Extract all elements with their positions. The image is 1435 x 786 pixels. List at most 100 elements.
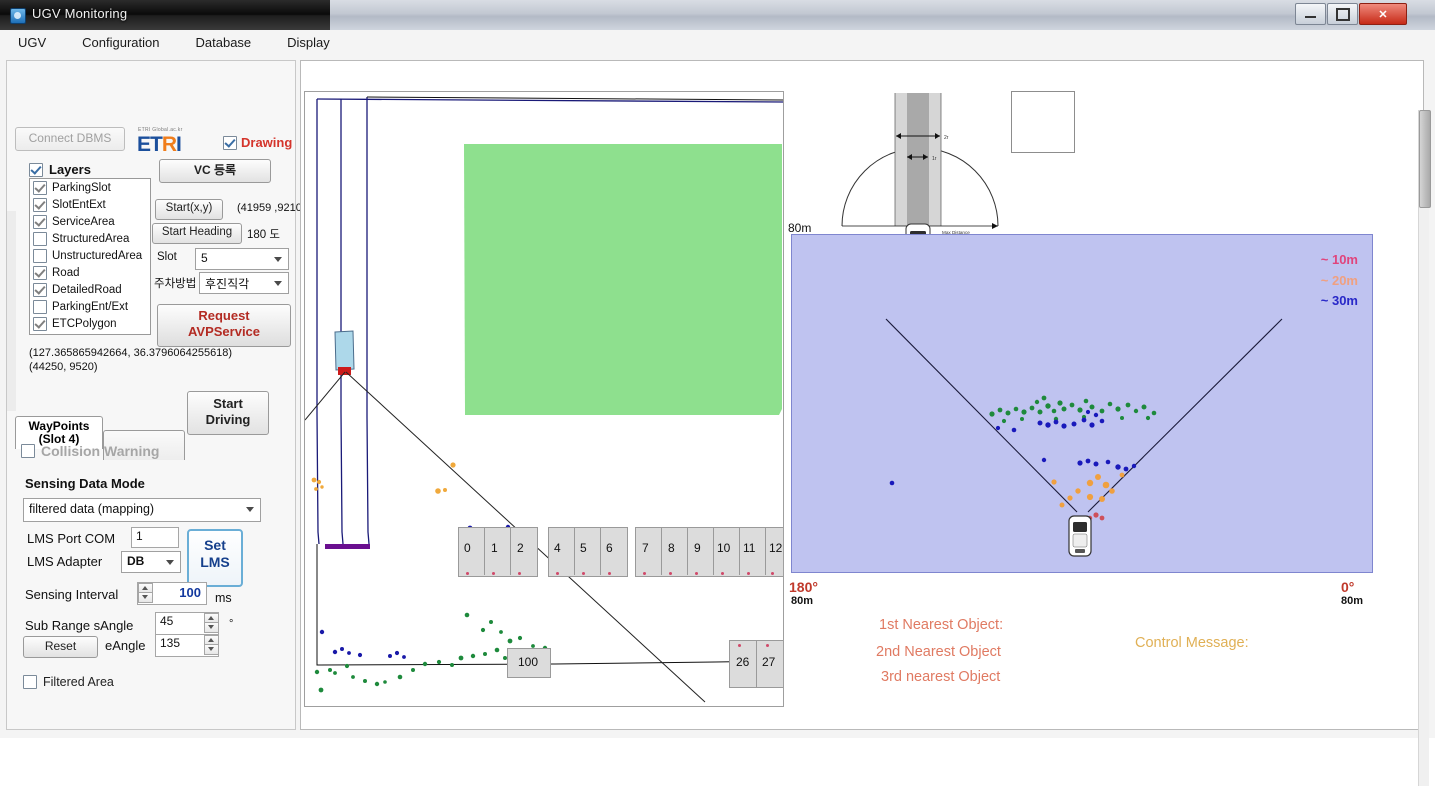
layer-label: ETCPolygon [52,318,117,330]
list-item[interactable]: ParkingEnt/Ext [30,298,150,315]
layer-checkbox-parkingentext[interactable] [33,300,47,314]
layers-header-checkbox[interactable] [29,162,43,177]
filtered-area-checkbox[interactable]: Filtered Area [23,675,114,689]
layer-checkbox-servicearea[interactable] [33,215,47,229]
list-item[interactable]: ParkingSlot [30,179,150,196]
layer-label: DetailedRoad [52,284,122,296]
eangle-label: eAngle [105,638,146,653]
layer-checkbox-slotentext[interactable] [33,198,47,212]
layers-list: ParkingSlot SlotEntExt ServiceArea Struc… [29,178,151,335]
layer-label: UnstructuredArea [52,250,143,262]
scrollbar-thumb[interactable] [1419,110,1431,208]
list-item[interactable]: Road [30,264,150,281]
menu-item-configuration[interactable]: Configuration [78,33,163,52]
layer-checkbox-unstructuredarea[interactable] [33,249,47,263]
sensing-data-mode-select[interactable]: filtered data (mapping) [23,498,261,522]
control-message-label: Control Message: [1135,635,1249,651]
close-button[interactable]: ✕ [1359,3,1407,25]
sensing-interval-input[interactable]: 100 [137,582,207,605]
request-avp-line1: Request [198,308,250,323]
start-heading-button[interactable]: Start Heading [152,223,242,244]
start-xy-button[interactable]: Start(x,y) [155,199,223,220]
lms-port-input[interactable]: 1 [131,527,179,548]
list-item[interactable]: DetailedRoad [30,281,150,298]
layer-label: ParkingEnt/Ext [52,301,129,313]
set-lms-button[interactable]: Set LMS [187,529,243,587]
layer-checkbox-parkingslot[interactable] [33,181,47,195]
menu-item-database[interactable]: Database [192,33,256,52]
list-item[interactable]: ServiceArea [30,213,150,230]
eangle-stepper[interactable] [204,635,219,655]
degree-unit-label: ° [229,618,234,630]
diagram-scale-80m: 80m [788,221,812,235]
stepper-down-icon[interactable] [204,622,219,633]
chevron-down-icon [274,281,282,286]
nearest-object-2: 2nd Nearest Object [876,644,1001,660]
parking-map-view[interactable]: 0 1 2 4 5 6 7 8 9 10 11 12 100 26 27 [304,91,784,707]
radar-right-range: 80m [1341,595,1364,607]
start-xy-value: (41959 ,9210 [237,202,302,214]
chevron-down-icon [166,560,174,565]
lms-adapter-label: LMS Adapter [27,554,103,569]
slot-label: 2 [517,541,524,555]
layer-checkbox-structuredarea[interactable] [33,232,47,246]
start-driving-line1: Start [213,396,243,411]
collision-warning-checkbox[interactable]: Collision Warning [21,443,159,459]
filtered-area-checkbox-box[interactable] [23,675,37,689]
etri-logo-wordmark: ETRI [137,133,182,157]
stepper-down-icon[interactable] [204,644,219,655]
lidar-scan-view[interactable]: ~ 10m ~ 20m ~ 30m [791,234,1373,573]
title-bar-gloss [330,0,1435,30]
sangle-input[interactable]: 45 [155,612,219,635]
sensing-interval-label: Sensing Interval [25,587,119,602]
list-item[interactable]: SlotEntExt [30,196,150,213]
layers-header[interactable]: Layers [29,162,91,177]
minimize-button[interactable] [1295,3,1326,25]
menu-item-display[interactable]: Display [283,33,334,52]
dim-label-1r: 1r [932,156,937,162]
sangle-stepper[interactable] [204,613,219,633]
slot-box-100: 100 [507,648,551,678]
connect-dbms-button[interactable]: Connect DBMS [15,127,125,151]
drawing-checkbox-box[interactable] [223,135,237,150]
lms-adapter-select[interactable]: DB [121,551,181,573]
sensing-data-mode-title: Sensing Data Mode [25,476,145,491]
sensing-interval-value: 100 [179,585,201,600]
dim-label-2r: 2r [944,135,949,141]
eangle-input[interactable]: 135 [155,634,219,657]
reset-button[interactable]: Reset [23,636,98,658]
control-panel: Connect DBMS ETRI Global.ac.kr ETRI Draw… [6,60,302,730]
legend-10m: ~ 10m [1320,252,1358,267]
slot-label: 1 [491,541,498,555]
sensing-interval-unit: ms [215,591,232,605]
slot-select-value: 5 [201,251,208,265]
list-item[interactable]: ETCPolygon [30,315,150,332]
lms-port-label: LMS Port COM [27,531,116,546]
park-method-select[interactable]: 후진직각 [199,272,289,294]
layer-checkbox-etcpolygon[interactable] [33,317,47,331]
filtered-area-label: Filtered Area [43,675,114,689]
legend-20m: ~ 20m [1320,273,1358,288]
collision-warning-checkbox-box[interactable] [21,444,35,458]
app-icon [10,8,26,24]
slot-label: 26 [736,655,750,669]
vc-register-button[interactable]: VC 등록 [159,159,271,183]
lidar-scan-svg [885,318,1283,557]
park-method-value: 후진직각 [205,277,250,291]
list-item[interactable]: StructuredArea [30,230,150,247]
layer-checkbox-road[interactable] [33,266,47,280]
stepper-down-icon[interactable] [138,592,153,603]
panel-edge-scrollbar[interactable] [7,211,16,411]
list-item[interactable]: UnstructuredArea [30,247,150,264]
menu-item-ugv[interactable]: UGV [14,33,50,52]
request-avp-service-button[interactable]: Request AVPService [157,304,291,347]
app-window: UGV Monitoring ✕ UGV Configuration Datab… [0,0,1435,786]
maximize-button[interactable] [1327,3,1358,25]
drawing-checkbox[interactable]: Drawing [223,135,292,150]
sensing-interval-stepper[interactable] [138,583,153,603]
window-vertical-scrollbar[interactable] [1418,110,1431,786]
legend-30m: ~ 30m [1320,293,1358,308]
layer-checkbox-detailedroad[interactable] [33,283,47,297]
slot-select[interactable]: 5 [195,248,289,270]
slot-label: 7 [642,541,649,555]
